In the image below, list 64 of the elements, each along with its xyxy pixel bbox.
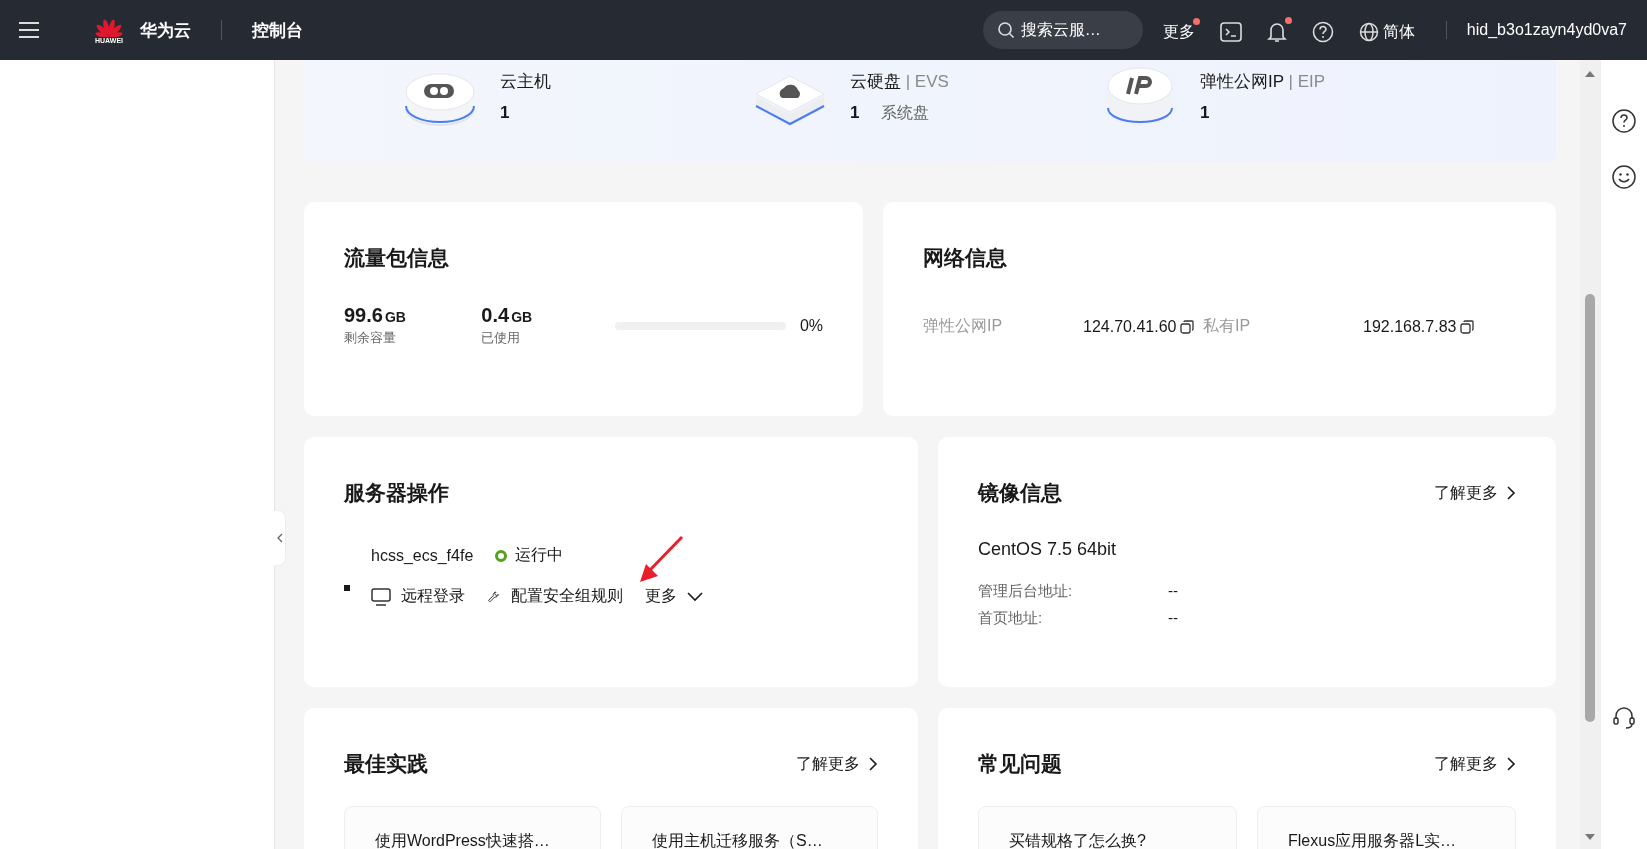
globe-icon	[1358, 22, 1379, 42]
scroll-down-icon[interactable]	[1585, 833, 1595, 841]
search-icon	[996, 21, 1015, 39]
status-label: 运行中	[515, 545, 564, 565]
resource-count: 1	[1200, 103, 1210, 123]
chevron-right-icon	[1506, 486, 1516, 500]
stat-label: 已使用	[481, 329, 522, 347]
console-title[interactable]: 控制台	[252, 18, 303, 42]
field-value: --	[1168, 582, 1178, 601]
article-card[interactable]: 买错规格了怎么换?	[978, 806, 1237, 849]
ip-address: 124.70.41.60	[1083, 317, 1177, 336]
learn-more-link[interactable]: 了解更多	[1434, 482, 1516, 504]
more-dropdown[interactable]: 更多	[645, 586, 703, 607]
article-card[interactable]: Flexus应用服务器L实…	[1257, 806, 1516, 849]
article-card[interactable]: 使用主机迁移服务（S…	[621, 806, 878, 849]
os-name: CentOS 7.5 64bit	[978, 539, 1118, 560]
ip-address: 192.168.7.83	[1363, 317, 1457, 336]
collapse-handle[interactable]	[274, 510, 286, 566]
more-menu[interactable]: 更多	[1162, 17, 1200, 43]
progress-reading: 0%	[799, 316, 823, 335]
stat-value: 99.6 GB	[344, 304, 407, 327]
resource-note: 系统盘	[881, 103, 930, 123]
account-name[interactable]: hid_b3o1zayn4yd0va7	[1445, 21, 1627, 39]
card-title: 服务器操作	[344, 480, 449, 506]
help-icon[interactable]	[1611, 108, 1637, 134]
server-name: hcss_ecs_f4fe	[371, 546, 474, 565]
scroll-up-icon[interactable]	[1585, 70, 1595, 78]
resource-name[interactable]: 云硬盘 | EVS	[850, 70, 949, 93]
field-label: 弹性公网IP	[923, 316, 1004, 336]
action-button[interactable]: 配置安全组规则	[487, 586, 623, 607]
brand-name[interactable]: 华为云	[140, 18, 191, 42]
scrollbar-thumb[interactable]	[1585, 294, 1595, 722]
chevron-right-icon	[868, 757, 878, 771]
card-title: 镜像信息	[978, 480, 1062, 506]
article-card[interactable]: 使用WordPress快速搭…	[344, 806, 601, 849]
resource-name[interactable]: 弹性公网IP | EIP	[1200, 70, 1326, 93]
chevron-right-icon	[1506, 757, 1516, 771]
card-title: 最佳实践	[344, 751, 428, 777]
field-label: 私有IP	[1203, 316, 1252, 336]
action-button[interactable]: 远程登录	[371, 586, 465, 607]
smiley-icon[interactable]	[1611, 164, 1637, 190]
chevron-down-icon	[687, 591, 703, 602]
learn-more-link[interactable]: 了解更多	[796, 753, 878, 775]
bullet-mark	[344, 584, 350, 591]
field-value: --	[1168, 609, 1178, 628]
resource-name[interactable]: 云主机	[500, 70, 551, 93]
bell-icon[interactable]	[1266, 17, 1292, 43]
field-label: 首页地址:	[978, 609, 1044, 628]
search-field[interactable]: 搜索云服…	[982, 11, 1143, 49]
language-selector[interactable]: 简体	[1358, 17, 1420, 43]
card-title: 常见问题	[978, 751, 1062, 777]
copy-icon[interactable]	[1180, 319, 1195, 334]
headset-icon[interactable]	[1611, 704, 1637, 730]
learn-more-link[interactable]: 了解更多	[1434, 753, 1516, 775]
field-label: 管理后台地址:	[978, 582, 1074, 601]
copy-icon[interactable]	[1460, 319, 1475, 334]
resource-count: 1	[850, 103, 860, 124]
card-title: 流量包信息	[344, 245, 449, 271]
stat-label: 剩余容量	[344, 329, 397, 347]
stat-value: 0.4 GB	[481, 304, 534, 327]
resource-count: 1	[500, 103, 510, 123]
card-title: 网络信息	[923, 245, 1007, 271]
menu-icon[interactable]	[18, 21, 40, 39]
monitor-icon	[371, 587, 391, 606]
